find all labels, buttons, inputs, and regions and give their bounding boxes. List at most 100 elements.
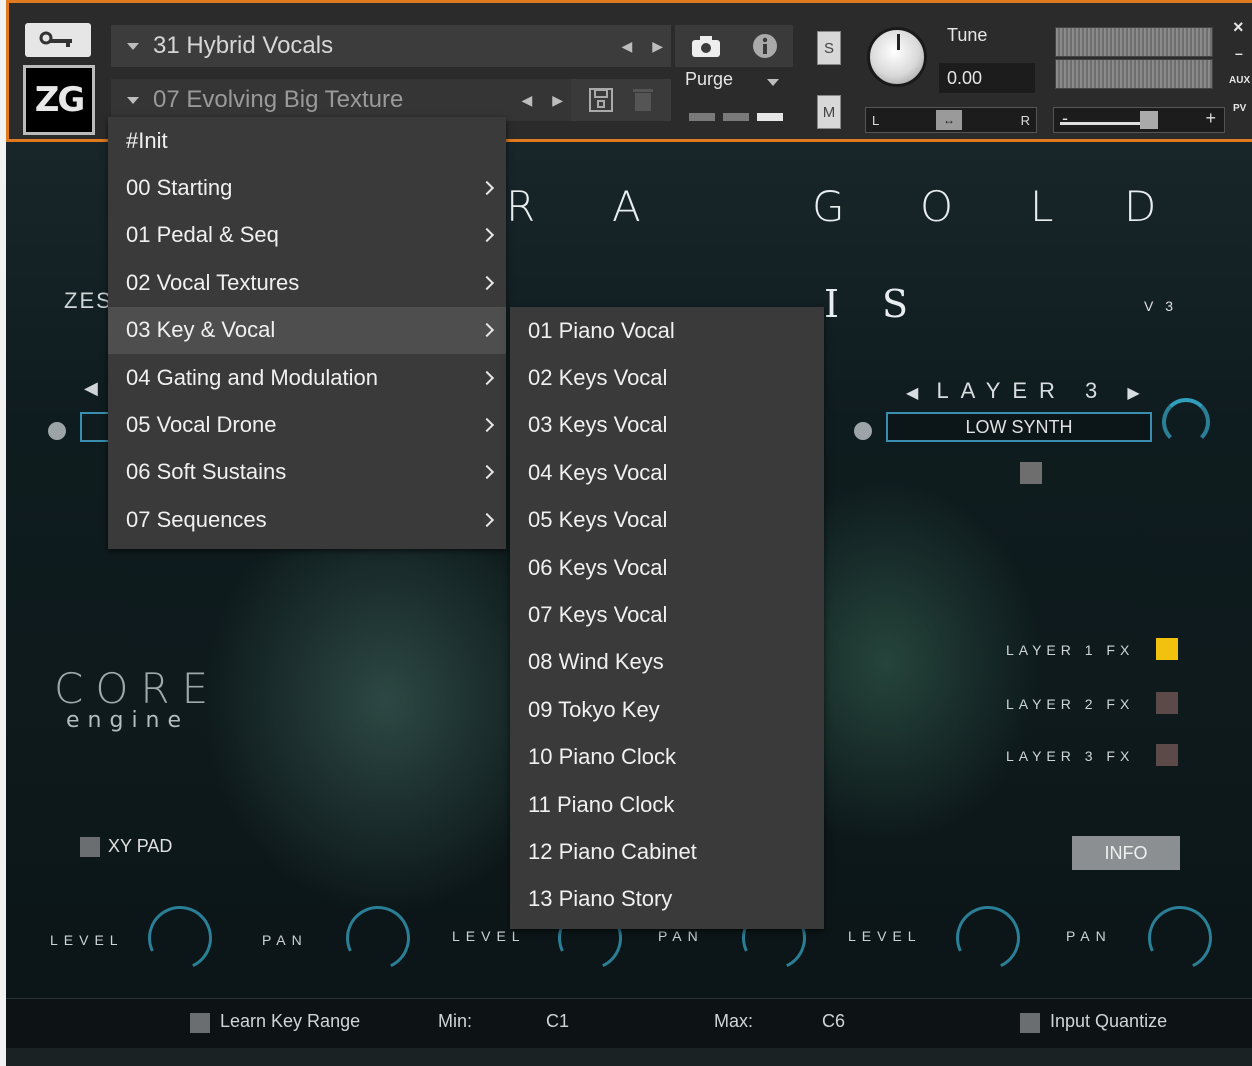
pan-slider[interactable]: L ↔ R — [865, 107, 1037, 133]
learn-key-range-label: Learn Key Range — [220, 1011, 361, 1031]
menu-item-key-vocal[interactable]: 03 Key & Vocal — [108, 306, 506, 354]
layer-3-pan-label: PAN — [1066, 928, 1112, 944]
mute-button[interactable]: M — [817, 95, 841, 129]
layer-3-pan-knob[interactable] — [1138, 896, 1222, 980]
menu-item-pedal-seq[interactable]: 01 Pedal & Seq — [108, 212, 506, 259]
menu-item-label: #Init — [126, 127, 168, 153]
layer-3-toggle[interactable] — [1020, 462, 1042, 484]
xy-pad-label: XY PAD — [108, 836, 173, 856]
chevron-right-icon — [479, 228, 495, 243]
max-value[interactable]: C6 — [822, 1011, 845, 1032]
submenu-item[interactable]: 03 Keys Vocal — [510, 402, 824, 449]
submenu-item[interactable]: 04 Keys Vocal — [510, 449, 824, 496]
solo-button[interactable]: S — [817, 31, 841, 65]
layer-2-fx-label: LAYER 2 FX — [1006, 696, 1135, 712]
submenu-item[interactable]: 13 Piano Story — [510, 876, 824, 923]
menu-item-gating-modulation[interactable]: 04 Gating and Modulation — [108, 354, 506, 401]
layer-3-level-knob[interactable] — [946, 896, 1030, 980]
layer-3-level-label: LEVEL — [848, 928, 922, 944]
layer-3-fx-toggle[interactable] — [1156, 744, 1178, 766]
submenu-item[interactable]: 02 Keys Vocal — [510, 354, 824, 401]
bottom-strip — [6, 1048, 1252, 1066]
menu-item-label: 04 Gating and Modulation — [126, 364, 378, 390]
submenu-item[interactable]: 08 Wind Keys — [510, 639, 824, 686]
title-letter: D — [1124, 182, 1157, 231]
preset-category-menu: #Init 00 Starting 01 Pedal & Seq 02 Voca… — [108, 117, 506, 549]
menu-item-init[interactable]: #Init — [108, 117, 506, 164]
purge-caret-icon[interactable] — [767, 79, 779, 86]
dropdown-arrow-icon[interactable] — [127, 42, 139, 50]
dropdown-arrow-icon[interactable] — [127, 96, 139, 104]
max-label: Max: — [714, 1011, 754, 1031]
layer-1-pan-knob[interactable] — [336, 896, 420, 980]
brand-logo-text: ZES — [64, 288, 113, 313]
layer-3-patch-field[interactable]: LOW SYNTH — [886, 412, 1152, 442]
zg-logo: ZG — [23, 65, 95, 135]
submenu-item[interactable]: 01 Piano Vocal — [510, 307, 824, 354]
next-instrument-icon[interactable]: ▶ — [652, 38, 663, 55]
layer-3-power-icon[interactable] — [854, 422, 872, 440]
submenu-item[interactable]: 06 Keys Vocal — [510, 544, 824, 591]
tune-knob[interactable] — [867, 27, 927, 87]
tune-value[interactable]: 0.00 — [939, 63, 1035, 93]
submenu-item[interactable]: 07 Keys Vocal — [510, 591, 824, 638]
wrench-button[interactable] — [25, 23, 91, 57]
level-meter-right — [1055, 59, 1213, 89]
engine-logo: engine — [66, 708, 190, 733]
key-vocal-submenu: 01 Piano Vocal 02 Keys Vocal 03 Keys Voc… — [510, 307, 824, 929]
menu-item-soft-sustains[interactable]: 06 Soft Sustains — [108, 449, 506, 496]
submenu-item[interactable]: 05 Keys Vocal — [510, 497, 824, 544]
xy-pad-checkbox[interactable] — [80, 836, 100, 857]
xy-pad-toggle[interactable]: XY PAD — [80, 836, 172, 857]
layer-1-power-icon[interactable] — [48, 422, 66, 440]
purge-dropdown[interactable]: Purge — [685, 69, 733, 90]
save-icon[interactable] — [588, 87, 614, 113]
prev-preset-icon[interactable]: ◀ — [521, 92, 532, 109]
menu-item-vocal-textures[interactable]: 02 Vocal Textures — [108, 259, 506, 306]
submenu-item[interactable]: 10 Piano Clock — [510, 734, 824, 781]
volume-thumb[interactable] — [1140, 111, 1158, 129]
close-icon[interactable]: × — [1233, 17, 1244, 38]
submenu-item[interactable]: 11 Piano Clock — [510, 781, 824, 828]
level-meter-left — [1055, 27, 1213, 57]
layer-1-patch-field[interactable] — [80, 412, 110, 442]
kontakt-instrument-window: ZG 31 Hybrid Vocals ◀ ▶ 07 Evolving Big … — [6, 0, 1252, 1066]
prev-layer-icon[interactable]: ◀ — [84, 378, 98, 399]
learn-key-range-checkbox[interactable] — [190, 1013, 210, 1033]
chevron-right-icon — [479, 512, 495, 527]
core-logo: CORE — [54, 664, 221, 713]
instrument-name: 31 Hybrid Vocals — [153, 32, 334, 59]
info-icon[interactable] — [752, 33, 778, 59]
next-preset-icon[interactable]: ▶ — [552, 92, 563, 109]
menu-item-sequences[interactable]: 07 Sequences — [108, 496, 506, 543]
menu-item-label: 02 Vocal Textures — [126, 269, 300, 295]
layer-1-level-knob[interactable] — [138, 896, 222, 980]
info-button[interactable]: INFO — [1072, 836, 1180, 870]
delete-icon[interactable] — [632, 87, 654, 113]
layer-3-volume-knob[interactable] — [1162, 398, 1210, 446]
minimize-icon[interactable]: – — [1235, 45, 1243, 61]
volume-slider[interactable]: - + — [1053, 107, 1225, 133]
input-quantize-checkbox[interactable] — [1020, 1013, 1040, 1033]
layer-2-fx-toggle[interactable] — [1156, 692, 1178, 714]
pv-button[interactable]: PV — [1233, 103, 1246, 114]
preset-name-field[interactable]: 07 Evolving Big Texture ◀ ▶ — [111, 79, 571, 121]
title-letter: O — [920, 182, 954, 231]
instrument-name-field[interactable]: 31 Hybrid Vocals ◀ ▶ — [111, 25, 671, 67]
layer-1-fx-toggle[interactable] — [1156, 638, 1178, 660]
aux-button[interactable]: AUX — [1229, 75, 1250, 86]
min-value[interactable]: C1 — [546, 1011, 569, 1032]
menu-item-vocal-drone[interactable]: 05 Vocal Drone — [108, 401, 506, 448]
prev-instrument-icon[interactable]: ◀ — [621, 38, 632, 55]
next-layer-3-icon[interactable]: ▶ — [1127, 385, 1139, 402]
submenu-item[interactable]: 09 Tokyo Key — [510, 686, 824, 733]
submenu-item[interactable]: 12 Piano Cabinet — [510, 828, 824, 875]
menu-item-label: 03 Key & Vocal — [126, 317, 276, 343]
subtitle-letter: I — [824, 282, 840, 326]
menu-item-starting[interactable]: 00 Starting — [108, 164, 506, 211]
camera-icon[interactable] — [690, 34, 722, 58]
layer-3-selector[interactable]: ◀ LAYER 3 ▶ — [906, 378, 1140, 404]
prev-layer-3-icon[interactable]: ◀ — [906, 385, 918, 402]
pan-handle[interactable]: ↔ — [936, 110, 962, 130]
chevron-right-icon — [479, 465, 495, 480]
